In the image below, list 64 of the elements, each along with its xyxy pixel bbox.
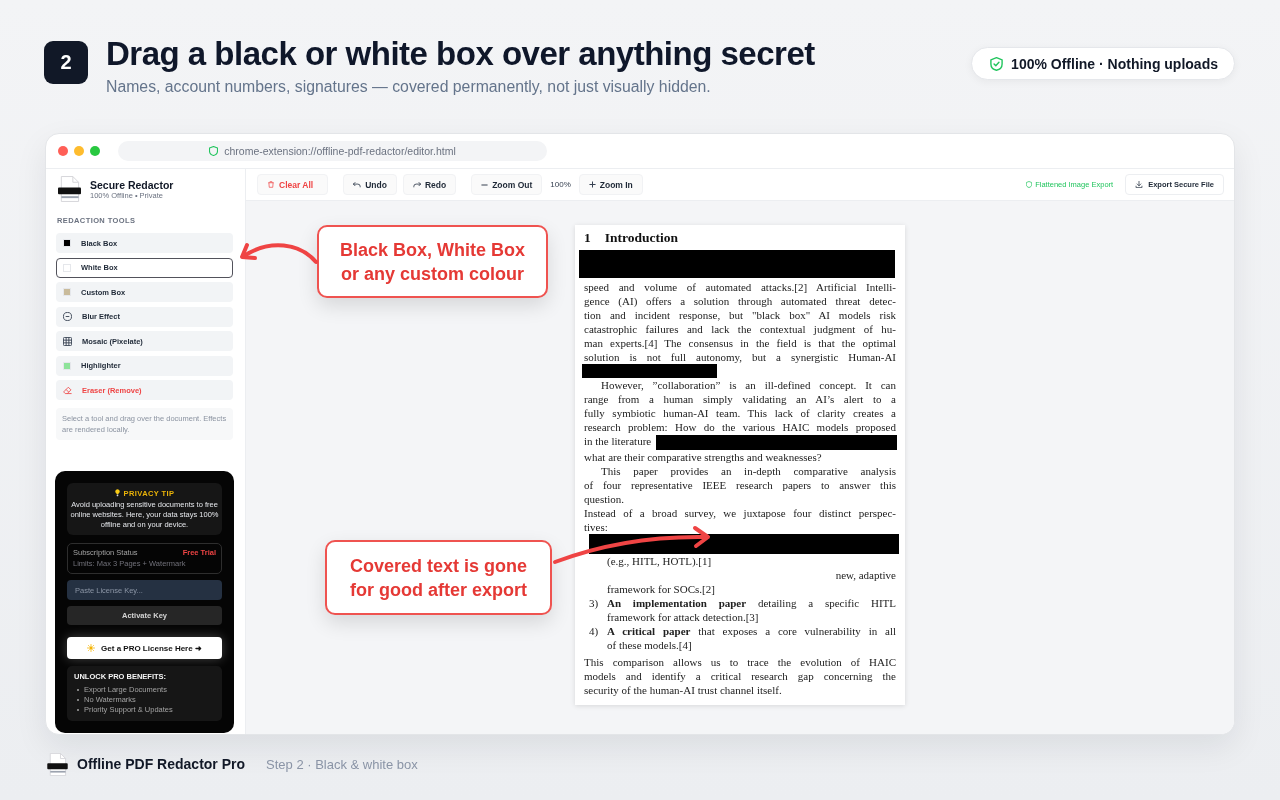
lightbulb-icon: [114, 489, 120, 497]
document-text-line: This paper provides an in-depth comparative analysis: [600, 464, 896, 478]
zoom-level: 100%: [550, 180, 571, 189]
document-text-line: solution is not full autonomy, but a synergistic Human-AI: [584, 350, 896, 364]
document-text-line: framework for SOCs.[2]: [607, 582, 716, 596]
document-text-line: catastrophic failures and lack the contextual judgment of hu-: [584, 322, 896, 336]
document-text-line: security of the human-AI trust channel itself.: [584, 683, 783, 697]
shield-check-icon: [990, 56, 1004, 71]
download-icon: [1135, 181, 1144, 188]
section-title: Introduction: [604, 230, 679, 246]
document-text-line: of these models.[4]: [607, 638, 693, 652]
zoom-out-button[interactable]: Zoom Out: [471, 174, 543, 195]
undo-button[interactable]: Undo: [343, 174, 397, 195]
redacted-document-icon: [47, 752, 68, 776]
document-text-line: Instead of a broad survey, we juxtapose four distinct perspec-: [584, 506, 896, 520]
get-pro-license-button[interactable]: Get a PRO License Here ➜: [67, 637, 222, 659]
document-text-line: range from a human simply validating an AI’s alert to a: [584, 392, 896, 406]
sun-icon: [87, 644, 96, 652]
plus-icon: [588, 181, 596, 188]
document-text-line: gence (AI) offers a solution through automated threat detec-: [584, 294, 896, 308]
document-text-line: An implementation paper detailing a specific HITL: [607, 596, 896, 610]
document-text-line: of four representative IEEE research papers to answer this: [584, 478, 896, 492]
shield-icon: [1026, 181, 1033, 188]
app-name: Secure Redactor: [90, 178, 174, 191]
page-subtitle: Names, account numbers, signatures — covered permanently, not just visually hidden.: [106, 78, 712, 96]
clear-all-button[interactable]: Clear All: [257, 174, 329, 195]
circle-minus-icon: [63, 312, 72, 321]
redo-icon: [412, 181, 421, 188]
trash-icon: [267, 181, 275, 188]
redacted-document-icon: [58, 176, 81, 202]
document-text-line: tives:: [584, 520, 609, 534]
document-text-line: what are their comparative strengths and weaknesses?: [584, 450, 823, 464]
address-bar[interactable]: chrome-extension://offline-pdf-redactor/editor.html: [118, 141, 547, 161]
document-text-line: in the literature: [584, 434, 652, 448]
document-text-line: models and identify a critical research gap concerning the: [584, 669, 896, 683]
product-name: Offline PDF Redactor Pro: [77, 756, 246, 772]
document-text-line: fully symbiotic human-AI team. This lack of clarity creates a: [584, 406, 896, 420]
document-text-line: A critical paper that exposes a core vulnerability in all: [607, 624, 896, 638]
offline-pill-label: 100% Offline · Nothing uploads: [1011, 55, 1218, 72]
list-marker: 4): [589, 624, 600, 639]
document-text-line: tion and incident response, but "black box" AI models risk: [584, 308, 896, 322]
document-text-line: speed and volume of automated attacks.[2] Artificial Intelli-: [584, 280, 896, 294]
grid-icon: [63, 336, 72, 346]
minus-icon: [481, 183, 489, 186]
undo-icon: [353, 181, 362, 188]
step-caption: Step 2 · Black & white box: [266, 756, 418, 772]
section-number: 1: [584, 230, 591, 246]
document-text-line: new, adaptive: [834, 568, 896, 582]
callout: Black Box, White Box or any custom colour: [317, 225, 548, 298]
redo-button[interactable]: Redo: [402, 174, 457, 195]
list-marker: 3): [589, 596, 600, 611]
document-text-line: (e.g., HITL, HOTL).[1]: [607, 554, 713, 568]
step-number: 2: [44, 41, 88, 84]
document-text-line: This comparison allows us to trace the evolution of HAIC: [584, 655, 896, 669]
zoom-in-button[interactable]: Zoom In: [578, 174, 643, 195]
document-text-line: question.: [584, 492, 626, 506]
callout: Covered text is gone for good after export: [325, 540, 552, 615]
document-text-line: man experts.[4] The consensus in the field is that the optimal: [584, 336, 896, 350]
shield-icon: [209, 146, 219, 156]
page-title: Drag a black or white box over anything secret: [106, 36, 815, 72]
document-text-line: However, ”collaboration” is an ill-defined concept. It can: [600, 378, 896, 392]
eraser-icon: [63, 385, 72, 395]
document-text-line: research problem: How do the various HAIC models proposed: [584, 420, 896, 434]
document-text-line: framework for attack detection.[3]: [607, 610, 760, 624]
